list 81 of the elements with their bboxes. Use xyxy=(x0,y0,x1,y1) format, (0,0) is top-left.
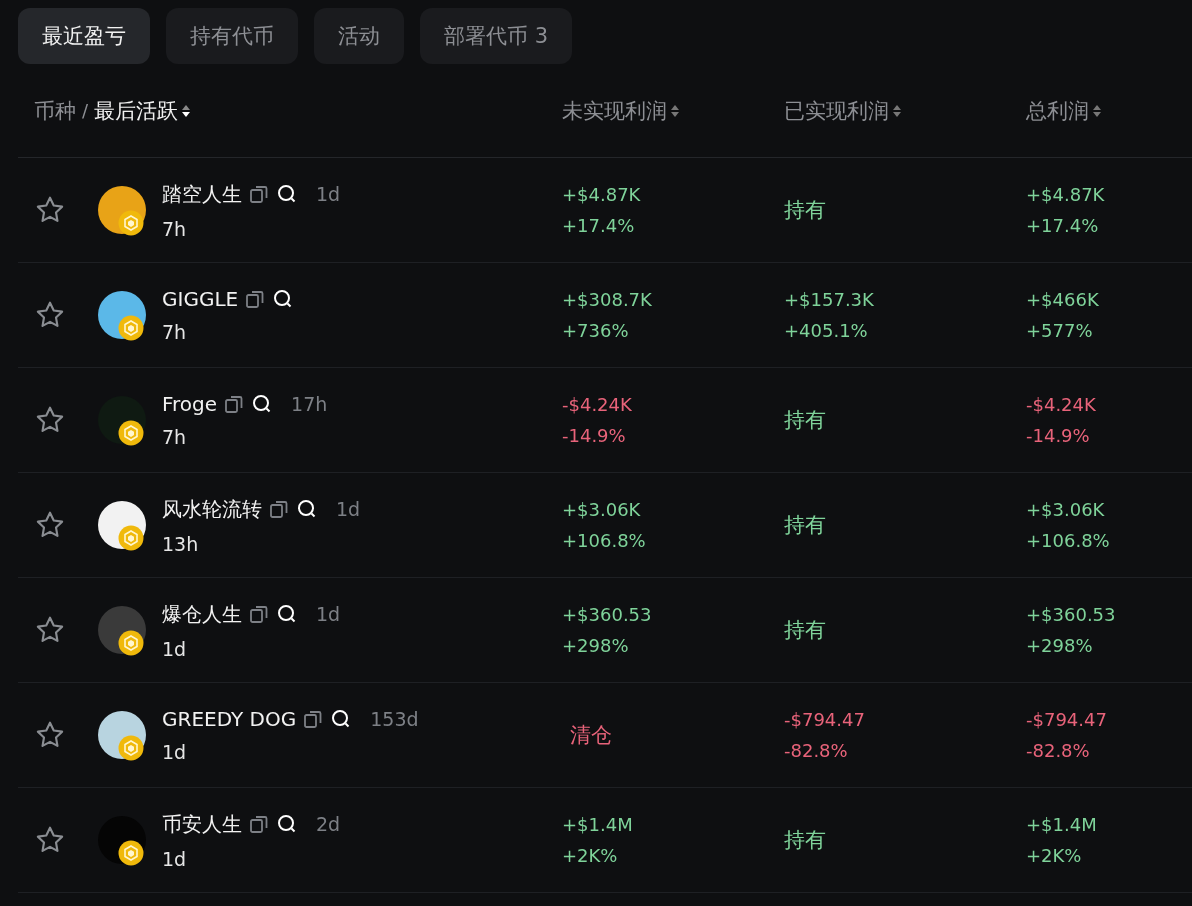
separator: / xyxy=(82,100,89,121)
column-header: 币种 xyxy=(34,97,76,125)
chain-badge-icon xyxy=(118,525,144,551)
profit-percent: -14.9% xyxy=(1026,425,1091,446)
last-active-time: 1d xyxy=(162,847,187,870)
last-active-time: 13h xyxy=(162,532,199,555)
tab[interactable]: 最近盈亏 xyxy=(18,8,150,64)
profit-amount: +$3.06K xyxy=(562,499,642,520)
token-name[interactable]: GREEDY DOG xyxy=(162,707,297,731)
column-header[interactable]: 最后活跃 xyxy=(94,96,179,125)
profit-amount: -$794.47 xyxy=(784,709,865,730)
copy-icon[interactable] xyxy=(268,498,290,520)
profit-percent: +2K% xyxy=(1026,845,1083,866)
copy-icon[interactable] xyxy=(248,183,270,205)
token-name[interactable]: GIGGLE xyxy=(162,287,239,311)
profit-percent: +106.8% xyxy=(562,530,646,551)
search-icon[interactable] xyxy=(276,813,298,835)
token-age: 153d xyxy=(370,708,419,730)
token-age: 1d xyxy=(316,183,341,205)
profit-percent: +2K% xyxy=(562,845,619,866)
token-name[interactable]: 风水轮流转 xyxy=(162,495,262,523)
last-active-time: 7h xyxy=(162,217,187,240)
column-header[interactable]: 已实现利润 xyxy=(784,96,889,125)
profit-amount: +$4.87K xyxy=(1026,184,1105,205)
token-name[interactable]: 爆仓人生 xyxy=(162,600,242,628)
profit-amount: +$360.53 xyxy=(562,604,652,625)
last-active-time: 7h xyxy=(162,426,187,448)
profit-amount: -$794.47 xyxy=(1026,709,1107,730)
profit-percent: +736% xyxy=(562,320,630,341)
tab[interactable]: 活动 xyxy=(314,8,404,64)
position-status: 持有 xyxy=(784,617,826,644)
token-age: 2d xyxy=(316,813,341,835)
position-status: 持有 xyxy=(784,512,826,539)
profit-amount: +$4.87K xyxy=(562,184,641,205)
position-status: 持有 xyxy=(784,827,826,854)
last-active-time: 1d xyxy=(162,637,187,660)
token-age: 17h xyxy=(291,393,328,415)
profit-percent: +298% xyxy=(562,635,630,656)
chain-badge-icon xyxy=(118,840,144,866)
profit-amount: -$4.24K xyxy=(562,394,632,415)
profit-amount: +$466K xyxy=(1026,289,1099,310)
position-status: 清仓 xyxy=(570,722,612,749)
last-active-time: 1d xyxy=(162,741,187,763)
profit-percent: -82.8% xyxy=(1026,740,1091,761)
profit-percent: -82.8% xyxy=(784,740,849,761)
profit-amount: +$308.7K xyxy=(562,289,652,310)
copy-icon[interactable] xyxy=(248,603,270,625)
profit-percent: +17.4% xyxy=(562,215,636,236)
last-active-time: 7h xyxy=(162,321,187,343)
chain-badge-icon xyxy=(118,735,144,761)
profit-amount: +$3.06K xyxy=(1026,499,1106,520)
profit-percent: +577% xyxy=(1026,320,1094,341)
chain-badge-icon xyxy=(118,315,144,341)
token-name[interactable]: 币安人生 xyxy=(162,810,242,838)
profit-percent: -14.9% xyxy=(562,425,627,446)
profit-amount: -$4.24K xyxy=(1026,394,1096,415)
profit-amount: +$1.4M xyxy=(562,814,633,835)
tab[interactable]: 部署代币 3 xyxy=(420,8,573,64)
profit-amount: +$157.3K xyxy=(784,289,874,310)
token-name[interactable]: Froge xyxy=(162,392,218,416)
position-status: 持有 xyxy=(784,407,826,434)
search-icon[interactable] xyxy=(276,183,298,205)
copy-icon[interactable] xyxy=(248,813,270,835)
profit-percent: +17.4% xyxy=(1026,215,1100,236)
position-status: 持有 xyxy=(784,197,826,224)
profit-percent: +298% xyxy=(1026,635,1094,656)
chain-badge-icon xyxy=(118,420,144,446)
profit-percent: +405.1% xyxy=(784,320,869,341)
chain-badge-icon xyxy=(118,210,144,236)
search-icon[interactable] xyxy=(296,498,318,520)
profit-percent: +106.8% xyxy=(1026,530,1110,551)
chain-badge-icon xyxy=(118,630,144,656)
column-header[interactable]: 总利润 xyxy=(1026,96,1089,125)
search-icon[interactable] xyxy=(276,603,298,625)
column-header[interactable]: 未实现利润 xyxy=(562,96,667,125)
token-name[interactable]: 踏空人生 xyxy=(162,180,242,208)
token-age: 1d xyxy=(336,498,361,520)
profit-amount: +$360.53 xyxy=(1026,604,1116,625)
token-age: 1d xyxy=(316,603,341,625)
tab[interactable]: 持有代币 xyxy=(166,8,298,64)
profit-amount: +$1.4M xyxy=(1026,814,1097,835)
